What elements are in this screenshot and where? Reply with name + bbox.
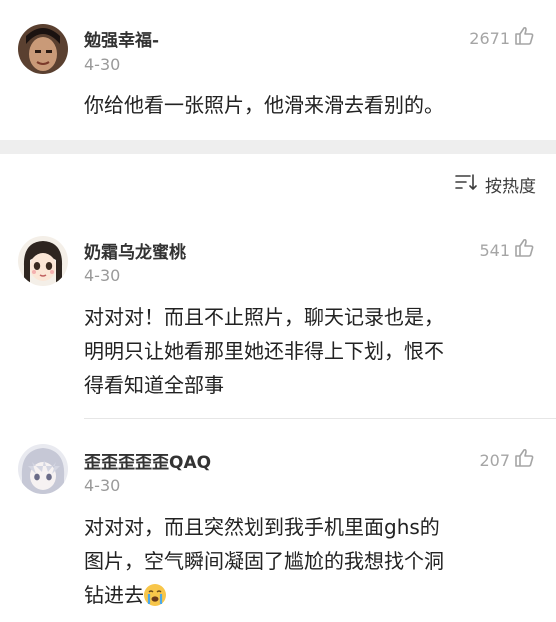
- username[interactable]: 勉强幸福-: [84, 26, 159, 51]
- avatar[interactable]: [18, 236, 68, 286]
- like-button[interactable]: 2671: [469, 26, 534, 50]
- comment-line-text: 钻进去: [84, 583, 144, 607]
- like-count: 2671: [469, 28, 510, 48]
- sort-icon: [455, 173, 477, 196]
- like-button[interactable]: 207: [479, 448, 534, 472]
- like-button[interactable]: 541: [479, 238, 534, 262]
- like-count: 207: [479, 450, 510, 470]
- comment-text: 你给他看一张照片，他滑来滑去看别的。: [84, 88, 534, 122]
- comment-line: 对对对，而且突然划到我手机里面ghs的: [84, 515, 440, 539]
- section-gap: [0, 140, 556, 154]
- avatar[interactable]: [18, 24, 68, 74]
- comment-date: 4-30: [84, 266, 121, 285]
- sort-label: 按热度: [485, 177, 536, 197]
- comment-text: 对对对，而且突然划到我手机里面ghs的 图片，空气瞬间凝固了尴尬的我想找个洞 钻…: [84, 510, 534, 612]
- username[interactable]: 歪歪歪歪歪QAQ: [84, 448, 211, 473]
- comment-line: 图片，空气瞬间凝固了尴尬的我想找个洞: [84, 549, 444, 573]
- thumbs-up-icon: [514, 26, 534, 50]
- comment-line: 你给他看一张照片，他滑来滑去看别的。: [84, 93, 444, 117]
- username[interactable]: 奶霜乌龙蜜桃: [84, 238, 186, 263]
- comment-text: 对对对！而且不止照片，聊天记录也是， 明明只让她看那里她还非得上下划，恨不 得看…: [84, 300, 534, 402]
- comment-line: 对对对！而且不止照片，聊天记录也是，: [84, 305, 444, 329]
- comment-1: 勉强幸福- 4-30 2671 你给他看一张照片，他滑来滑去看别的。: [0, 0, 556, 140]
- comment-line: 钻进去: [84, 578, 534, 612]
- crying-face-emoji: [144, 584, 166, 606]
- comment-date: 4-30: [84, 476, 121, 495]
- comment-line: 明明只让她看那里她还非得上下划，恨不: [84, 339, 444, 363]
- comment-date: 4-30: [84, 55, 121, 74]
- thumbs-up-icon: [514, 448, 534, 472]
- sort-toggle[interactable]: 按热度: [455, 172, 536, 197]
- comment-line: 得看知道全部事: [84, 373, 224, 397]
- comment-divider: [84, 418, 556, 419]
- avatar[interactable]: [18, 444, 68, 494]
- thumbs-up-icon: [514, 238, 534, 262]
- like-count: 541: [479, 240, 510, 260]
